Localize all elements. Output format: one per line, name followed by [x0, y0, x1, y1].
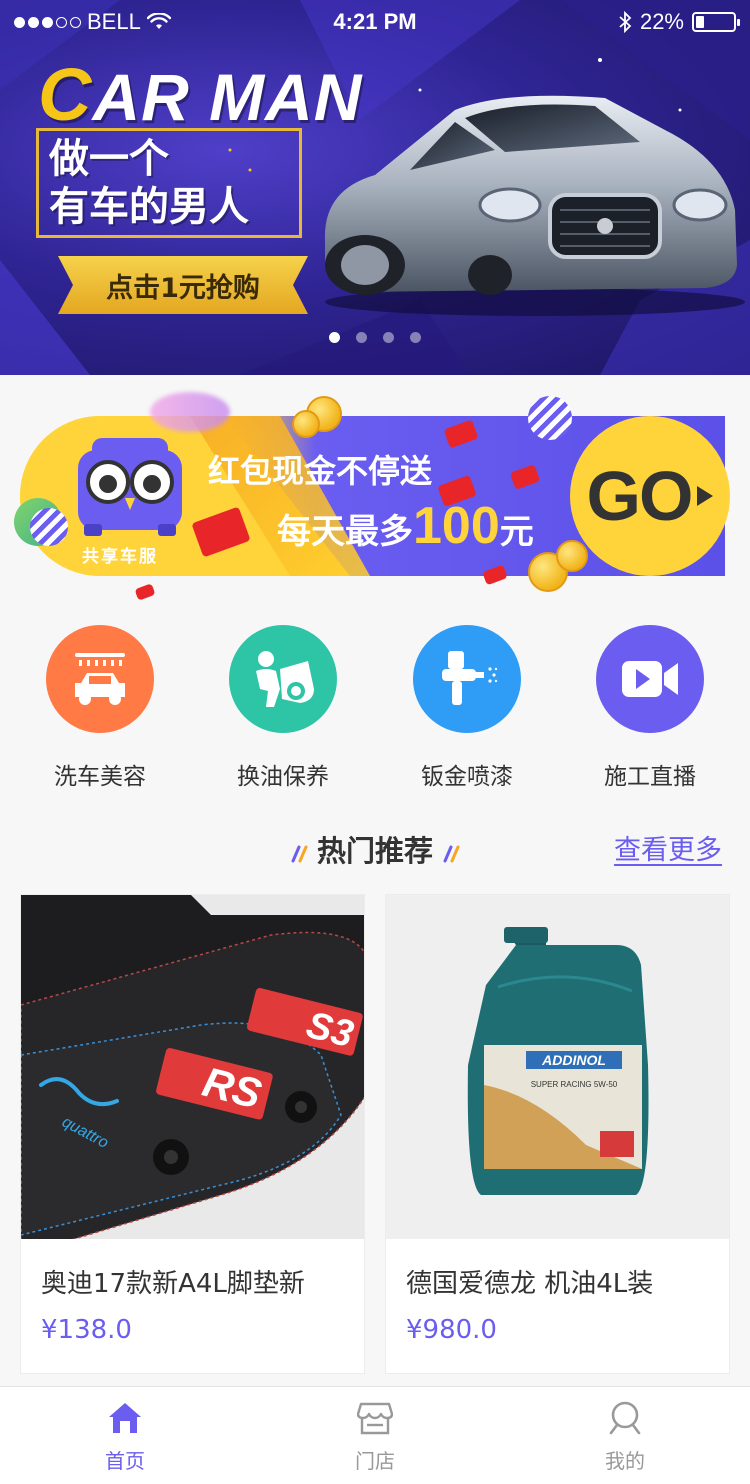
hot-recommendations-header: 热门推荐 查看更多 [0, 822, 750, 872]
bluetooth-icon [619, 11, 632, 33]
play-triangle-icon [697, 486, 714, 506]
product-price: ¥980.0 [406, 1315, 497, 1345]
status-bar: BELL 4:21 PM 22% [0, 0, 750, 42]
mechanic-icon [256, 651, 314, 707]
service-oil-change[interactable]: 换油保养 [203, 625, 363, 791]
slogan: 做一个 有车的男人 [36, 128, 302, 238]
carousel-dot[interactable] [356, 332, 367, 343]
svg-text:ADDINOL: ADDINOL [541, 1052, 606, 1068]
service-label: 洗车美容 [54, 764, 146, 790]
carousel-dot[interactable] [329, 332, 340, 343]
product-card[interactable]: ADDINOL SUPER RACING 5W-50 德国爱德龙 机油4L装 ¥… [385, 894, 730, 1374]
go-button[interactable]: GO [570, 416, 730, 576]
go-label: GO [586, 457, 694, 535]
product-price: ¥138.0 [41, 1315, 132, 1345]
service-circle [46, 625, 154, 733]
service-paint[interactable]: 钣金喷漆 [387, 625, 547, 791]
service-car-wash[interactable]: 洗车美容 [20, 625, 180, 791]
service-grid: 洗车美容 换油保养 钣金喷漆 施工直播 [0, 625, 750, 795]
video-camera-icon [622, 661, 678, 697]
product-name: 奥迪17款新A4L脚垫新 [41, 1269, 305, 1299]
coin-icon [292, 410, 320, 438]
service-circle [596, 625, 704, 733]
slash-decoration-icon [291, 845, 308, 863]
car-wash-icon [75, 653, 125, 705]
slogan-line-2: 有车的男人 [49, 184, 249, 230]
product-image-floor-mat: S3 RS quattro [21, 895, 364, 1239]
tab-label: 我的 [605, 1449, 645, 1473]
tab-home[interactable]: 首页 [0, 1387, 250, 1484]
battery-percent: 22% [639, 9, 684, 34]
hero-banner[interactable]: BELL 4:21 PM 22% CAR MAN 做一个 有车的男人 点击1元抢… [0, 0, 750, 375]
carousel-indicator[interactable] [0, 332, 750, 343]
view-more-link[interactable]: 查看更多 [614, 828, 722, 867]
owl-car-mascot-icon [78, 438, 182, 536]
promo-headline: 红包现金不停送 [208, 452, 433, 490]
red-packet-promo-banner[interactable]: 共享车服 红包现金不停送 每天最多100元 GO [0, 390, 750, 610]
service-live-stream[interactable]: 施工直播 [570, 625, 730, 791]
spray-gun-icon [442, 651, 498, 705]
home-icon [109, 1403, 141, 1433]
decorative-orb [30, 508, 68, 546]
store-icon [357, 1402, 393, 1435]
car-image [324, 95, 745, 316]
coin-icon [556, 540, 588, 572]
product-card[interactable]: S3 RS quattro 奥迪17款新A4L脚垫新 ¥138.0 [20, 894, 365, 1374]
service-label: 换油保养 [237, 764, 329, 790]
carousel-dot[interactable] [410, 332, 421, 343]
slogan-line-1: 做一个 [49, 136, 169, 182]
promo-amount: 100 [413, 497, 500, 555]
mascot-label: 共享车服 [82, 547, 158, 567]
bottom-tab-bar: 首页 门店 我的 [0, 1386, 750, 1484]
promo-subline: 每天最多100元 [277, 497, 534, 555]
product-name: 德国爱德龙 机油4L装 [406, 1269, 654, 1299]
carousel-dot[interactable] [383, 332, 394, 343]
tab-store[interactable]: 门店 [250, 1387, 500, 1484]
service-label: 钣金喷漆 [421, 764, 513, 790]
slash-decoration-icon [443, 845, 460, 863]
red-envelope-icon [134, 583, 156, 601]
tab-label: 首页 [105, 1449, 145, 1473]
decorative-orb [150, 392, 230, 432]
svg-text:SUPER RACING 5W-50: SUPER RACING 5W-50 [531, 1080, 618, 1089]
tab-label: 门店 [355, 1449, 395, 1473]
decorative-orb [528, 396, 572, 440]
product-image-motor-oil: ADDINOL SUPER RACING 5W-50 [386, 895, 729, 1239]
tab-profile[interactable]: 我的 [500, 1387, 750, 1484]
user-icon [609, 1401, 641, 1435]
buy-now-ribbon[interactable]: 点击1元抢购 [58, 256, 308, 314]
battery-icon [692, 12, 740, 32]
service-circle [229, 625, 337, 733]
service-label: 施工直播 [604, 764, 696, 790]
service-circle [413, 625, 521, 733]
